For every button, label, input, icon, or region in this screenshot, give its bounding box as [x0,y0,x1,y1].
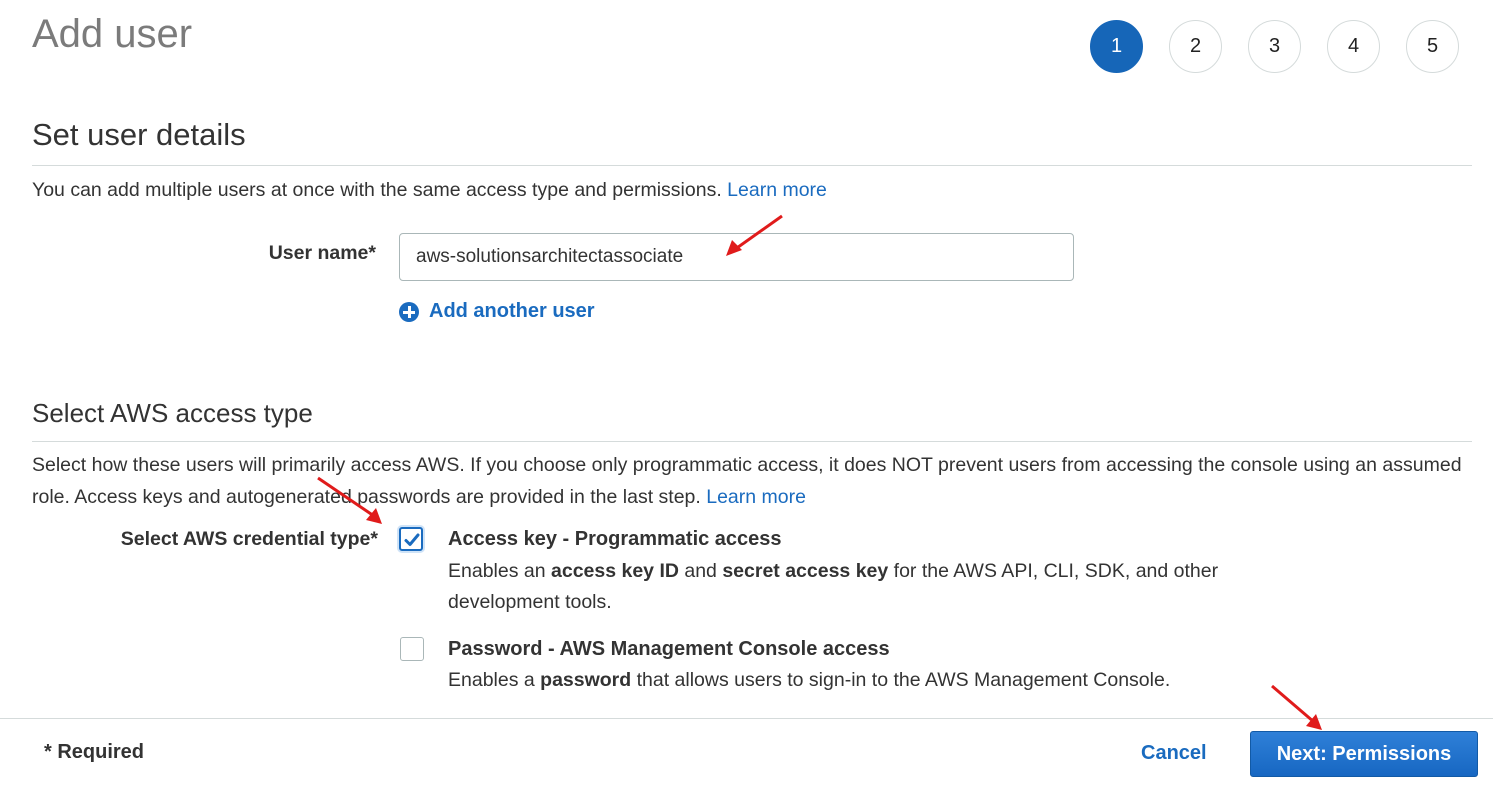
access-key-option-title: Access key - Programmatic access [448,528,782,550]
page-title: Add user [32,12,193,56]
section-divider [32,441,1472,442]
desc-text: and [678,560,723,582]
access-key-checkbox[interactable] [399,527,423,551]
desc-bold: secret access key [722,560,889,582]
check-icon [404,533,420,546]
step-4[interactable]: 4 [1327,20,1380,73]
user-details-description: You can add multiple users at once with … [32,174,827,206]
desc-text: Enables a [448,669,541,691]
section-divider [32,165,1472,166]
desc-text: Enables an [448,560,551,582]
section-title-access-type: Select AWS access type [32,398,313,428]
access-key-option-description: Enables an access key ID and secret acce… [448,556,1248,618]
username-input[interactable] [399,233,1074,281]
access-type-description: Select how these users will primarily ac… [32,449,1462,513]
step-1[interactable]: 1 [1090,20,1143,73]
password-option-title: Password - AWS Management Console access [448,638,890,660]
step-5[interactable]: 5 [1406,20,1459,73]
cancel-button[interactable]: Cancel [1141,742,1207,765]
wizard-steps: 1 2 3 4 5 [1090,20,1459,73]
credential-type-label: Select AWS credential type* [120,528,378,550]
password-option-description: Enables a password that allows users to … [448,665,1268,696]
step-3[interactable]: 3 [1248,20,1301,73]
learn-more-link[interactable]: Learn more [727,179,827,201]
required-note: * Required [44,741,145,763]
section-title-user-details: Set user details [32,117,246,152]
description-text: You can add multiple users at once with … [32,179,722,201]
desc-bold: access key ID [551,560,679,582]
desc-bold: password [540,669,632,691]
desc-text: that allows users to sign-in to the AWS … [631,669,1171,691]
username-label: User name* [268,242,376,264]
learn-more-link[interactable]: Learn more [706,486,806,508]
add-another-user-button[interactable]: Add another user [399,300,595,323]
next-permissions-button[interactable]: Next: Permissions [1250,731,1478,777]
step-2[interactable]: 2 [1169,20,1222,73]
footer-divider [0,718,1493,719]
password-checkbox[interactable] [400,637,424,661]
plus-circle-icon [399,301,419,322]
add-another-user-label: Add another user [429,300,595,322]
